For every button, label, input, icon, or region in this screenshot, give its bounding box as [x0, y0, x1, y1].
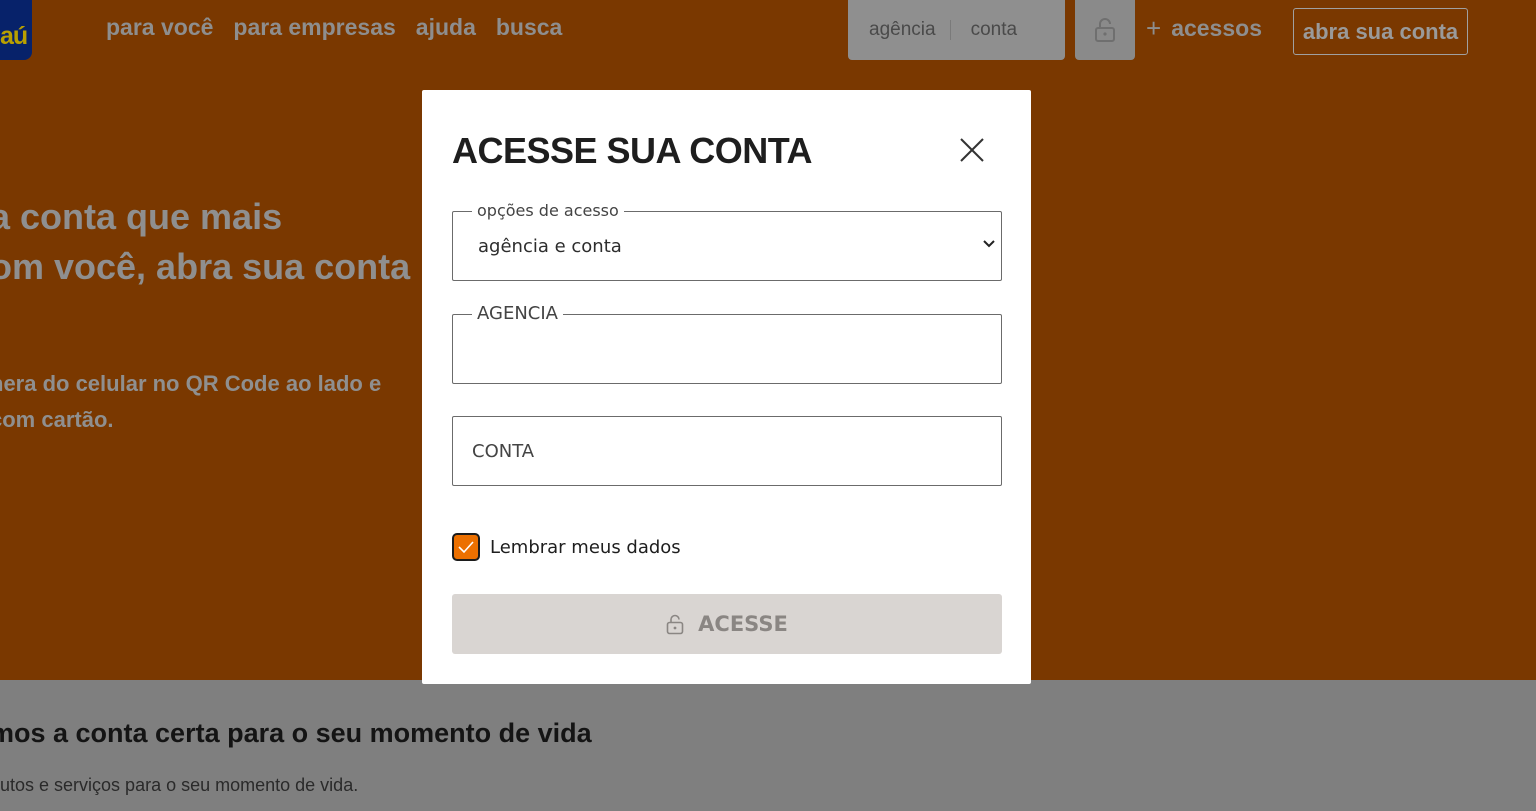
hero-title: a conta que mais om você, abra sua conta: [0, 192, 410, 292]
conta-field: [452, 416, 1002, 486]
lower-section-title: mos a conta certa para o seu momento de …: [0, 718, 592, 748]
agencia-field: AGENCIA: [452, 303, 1002, 384]
close-button[interactable]: [957, 135, 987, 165]
modal-title: ACESSE SUA CONTA: [452, 130, 813, 171]
access-options-value: agência e conta: [478, 236, 622, 257]
header-lock-button[interactable]: [1075, 0, 1135, 60]
close-icon: [960, 138, 984, 162]
hero-subtitle: nera do celular no QR Code ao lado e com…: [0, 366, 381, 438]
header-agencia-field[interactable]: agência: [848, 20, 951, 40]
header-login-box: agência conta: [848, 0, 1065, 60]
remember-checkbox[interactable]: [452, 533, 480, 561]
acesse-button[interactable]: ACESSE: [452, 594, 1002, 654]
hero-subtitle-line-1: nera do celular no QR Code ao lado e: [0, 371, 382, 396]
chevron-down-icon: [983, 240, 995, 248]
acessos-link[interactable]: + acessos: [1146, 14, 1262, 42]
remember-me[interactable]: Lembrar meus dados: [452, 533, 681, 561]
abra-sua-conta-label: abra sua conta: [1302, 18, 1459, 44]
login-modal: ACESSE SUA CONTA opções de acesso agênci…: [422, 90, 1031, 684]
abra-sua-conta-button[interactable]: abra sua conta: [1293, 8, 1468, 55]
nav-ajuda[interactable]: ajuda: [416, 14, 476, 41]
acessos-label: acessos: [1171, 14, 1262, 41]
access-options-legend: opções de acesso: [472, 201, 624, 220]
hero-title-line-2: om você, abra sua conta: [0, 246, 411, 287]
top-nav: para você para empresas ajuda busca: [106, 14, 562, 41]
logo-text: aú: [0, 22, 28, 50]
nav-busca[interactable]: busca: [496, 14, 562, 41]
lock-icon: [1095, 18, 1115, 42]
check-icon: [458, 541, 474, 554]
nav-para-empresas[interactable]: para empresas: [233, 14, 395, 41]
plus-icon: +: [1146, 13, 1162, 43]
lower-section-subtitle: dutos e serviços para o seu momento de v…: [0, 775, 359, 795]
agencia-input[interactable]: [453, 315, 1001, 383]
acesse-button-label: ACESSE: [698, 612, 788, 636]
nav-para-voce[interactable]: para você: [106, 14, 213, 41]
remember-label: Lembrar meus dados: [490, 536, 681, 558]
header-conta-field[interactable]: conta: [951, 19, 1017, 41]
lock-icon: [666, 614, 684, 634]
access-options-select[interactable]: opções de acesso agência e conta: [452, 201, 1002, 281]
hero-subtitle-line-2: com cartão.: [0, 407, 114, 432]
conta-input[interactable]: [453, 417, 1001, 485]
itau-logo[interactable]: aú: [0, 0, 32, 60]
hero-title-line-1: a conta que mais: [0, 196, 283, 237]
